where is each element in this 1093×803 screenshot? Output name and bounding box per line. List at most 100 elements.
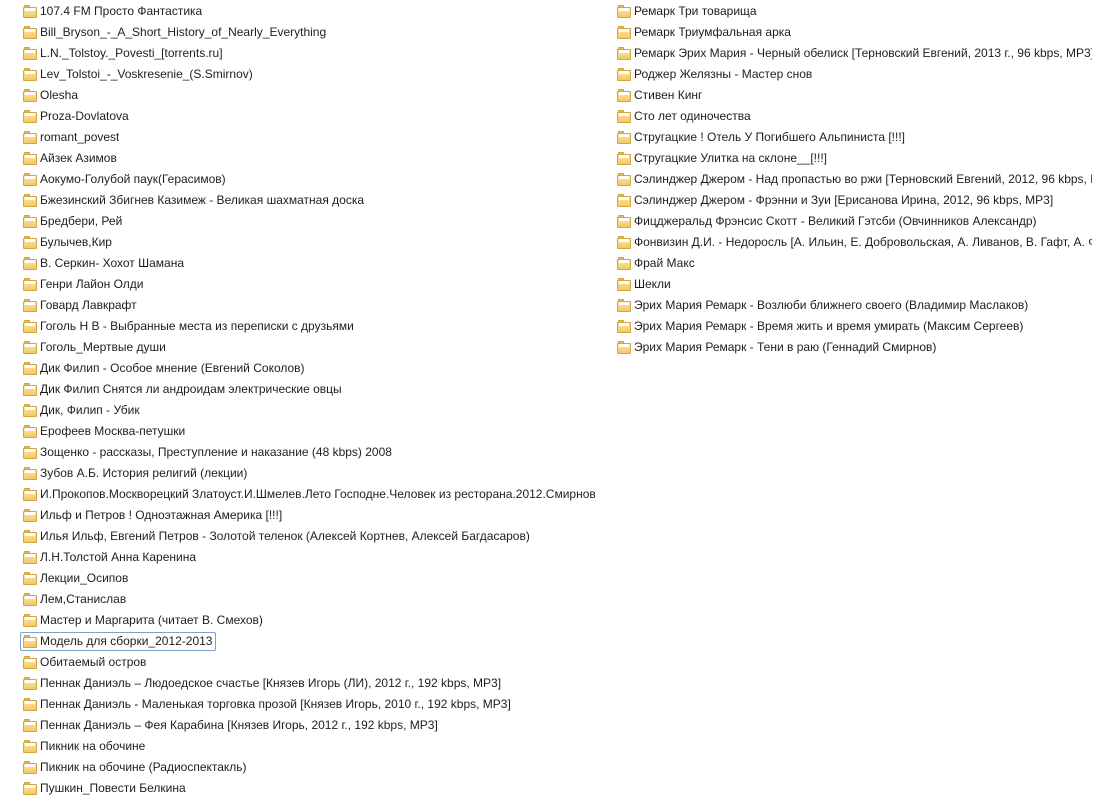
folder-icon bbox=[23, 215, 37, 228]
folder-name: Bill_Bryson_-_A_Short_History_of_Nearly_… bbox=[40, 25, 327, 39]
folder-name: Эрих Мария Ремарк - Возлюби ближнего сво… bbox=[634, 298, 1029, 312]
folder-name: Olesha bbox=[40, 88, 79, 102]
folder-item[interactable]: И.Прокопов.Москворецкий Златоуст.И.Шмеле… bbox=[20, 485, 597, 504]
folder-item[interactable]: Фонвизин Д.И. - Недоросль [А. Ильин, Е. … bbox=[614, 233, 1093, 252]
folder-item[interactable]: Пеннак Даниэль – Фея Карабина [Князев Иг… bbox=[20, 716, 439, 735]
folder-item[interactable]: Фицджеральд Фрэнсис Скотт - Великий Гэтс… bbox=[614, 212, 1038, 231]
folder-item[interactable]: romant_povest bbox=[20, 128, 120, 147]
folder-item[interactable]: Ерофеев Москва-петушки bbox=[20, 422, 186, 441]
folder-item[interactable]: Olesha bbox=[20, 86, 79, 105]
folder-item[interactable]: Булычев,Кир bbox=[20, 233, 113, 252]
folder-item[interactable]: Пушкин_Повести Белкина bbox=[20, 779, 187, 798]
folder-item[interactable]: Ильф и Петров ! Одноэтажная Америка [!!!… bbox=[20, 506, 283, 525]
folder-name: Lev_Tolstoi_-_Voskresenie_(S.Smirnov) bbox=[40, 67, 253, 81]
folder-item[interactable]: Модель для сборки_2012-2013 bbox=[20, 632, 217, 651]
folder-item[interactable]: Пикник на обочине (Радиоспектакль) bbox=[20, 758, 248, 777]
folder-item[interactable]: Лем,Станислав bbox=[20, 590, 127, 609]
folder-item[interactable]: Лекции_Осипов bbox=[20, 569, 129, 588]
folder-name: Пеннак Даниэль – Фея Карабина [Князев Иг… bbox=[40, 718, 438, 732]
folder-item[interactable]: Lev_Tolstoi_-_Voskresenie_(S.Smirnov) bbox=[20, 65, 254, 84]
folder-item[interactable]: Зубов А.Б. История религий (лекции) bbox=[20, 464, 248, 483]
folder-item[interactable]: 107.4 FM Просто Фантастика bbox=[20, 2, 203, 21]
folder-item[interactable]: Дик Филип - Особое мнение (Евгений Сокол… bbox=[20, 359, 306, 378]
folder-item[interactable]: Сто лет одиночества bbox=[614, 107, 752, 126]
folder-icon bbox=[23, 257, 37, 270]
folder-icon bbox=[617, 236, 631, 249]
folder-item[interactable]: Л.Н.Толстой Анна Каренина bbox=[20, 548, 197, 567]
folder-name: Фонвизин Д.И. - Недоросль [А. Ильин, Е. … bbox=[634, 235, 1092, 249]
folder-name: romant_povest bbox=[40, 130, 120, 144]
folder-icon bbox=[617, 278, 631, 291]
folder-icon bbox=[23, 593, 37, 606]
folder-item[interactable]: Говард Лавкрафт bbox=[20, 296, 138, 315]
folder-item[interactable]: Стивен Кинг bbox=[614, 86, 703, 105]
folder-item[interactable]: Proza-Dovlatova bbox=[20, 107, 130, 126]
folder-name: Бжезинский Збигнев Казимеж - Великая шах… bbox=[40, 193, 365, 207]
folder-item[interactable]: Дик Филип Снятся ли андроидам электричес… bbox=[20, 380, 343, 399]
folder-item[interactable]: Сэлинджер Джером - Над пропастью во ржи … bbox=[614, 170, 1093, 189]
folder-name: Пеннак Даниэль - Маленькая торговка проз… bbox=[40, 697, 511, 711]
folder-item[interactable]: Бжезинский Збигнев Казимеж - Великая шах… bbox=[20, 191, 365, 210]
folder-item[interactable]: Гоголь_Мертвые души bbox=[20, 338, 167, 357]
folder-item[interactable]: Гоголь Н В - Выбранные места из переписк… bbox=[20, 317, 355, 336]
folder-icon bbox=[617, 26, 631, 39]
folder-item[interactable]: Пеннак Даниэль – Людоедское счастье [Кня… bbox=[20, 674, 502, 693]
folder-name: Ремарк Триумфальная арка bbox=[634, 25, 791, 39]
folder-item[interactable]: Дик, Филип - Убик bbox=[20, 401, 141, 420]
folder-item[interactable]: Стругацкие ! Отель У Погибшего Альпинист… bbox=[614, 128, 906, 147]
folder-item[interactable]: Мастер и Маргарита (читает В. Смехов) bbox=[20, 611, 264, 630]
folder-item[interactable]: Бредбери, Рей bbox=[20, 212, 123, 231]
folder-name: Фрай Макс bbox=[634, 256, 695, 270]
folder-item[interactable]: Илья Ильф, Евгений Петров - Золотой теле… bbox=[20, 527, 531, 546]
folder-item[interactable]: Аокумо-Голубой паук(Герасимов) bbox=[20, 170, 227, 189]
folder-item[interactable]: Роджер Желязны - Мастер снов bbox=[614, 65, 813, 84]
folder-icon bbox=[617, 299, 631, 312]
folder-item[interactable]: Обитаемый остров bbox=[20, 653, 147, 672]
folder-item[interactable]: Ремарк Три товарища bbox=[614, 2, 758, 21]
folder-icon bbox=[23, 551, 37, 564]
folder-icon bbox=[23, 47, 37, 60]
folder-item[interactable]: Зощенко - рассказы, Преступление и наказ… bbox=[20, 443, 393, 462]
folder-item[interactable]: Сэлинджер Джером - Фрэнни и Зуи [Ерисано… bbox=[614, 191, 1054, 210]
folder-icon bbox=[23, 761, 37, 774]
folder-icon bbox=[23, 362, 37, 375]
folder-item[interactable]: Айзек Азимов bbox=[20, 149, 118, 168]
folder-name: Зощенко - рассказы, Преступление и наказ… bbox=[40, 445, 392, 459]
folder-item[interactable]: Пикник на обочине bbox=[20, 737, 146, 756]
folder-item[interactable]: Эрих Мария Ремарк - Тени в раю (Геннадий… bbox=[614, 338, 937, 357]
folder-item[interactable]: Генри Лайон Олди bbox=[20, 275, 145, 294]
folder-icon bbox=[23, 509, 37, 522]
folder-name: Сто лет одиночества bbox=[634, 109, 751, 123]
folder-name: Дик, Филип - Убик bbox=[40, 403, 140, 417]
folder-name: Эрих Мария Ремарк - Время жить и время у… bbox=[634, 319, 1024, 333]
folder-name: Пушкин_Повести Белкина bbox=[40, 781, 186, 795]
folder-icon bbox=[23, 530, 37, 543]
folder-icon bbox=[23, 740, 37, 753]
folder-item[interactable]: Ремарк Триумфальная арка bbox=[614, 23, 792, 42]
folder-item[interactable]: Эрих Мария Ремарк - Возлюби ближнего сво… bbox=[614, 296, 1029, 315]
folder-icon bbox=[23, 467, 37, 480]
folder-icon bbox=[23, 110, 37, 123]
folder-item[interactable]: Стругацкие Улитка на склоне__[!!!] bbox=[614, 149, 828, 168]
folder-icon bbox=[23, 173, 37, 186]
folder-item[interactable]: L.N._Tolstoy._Povesti_[torrents.ru] bbox=[20, 44, 224, 63]
folder-icon bbox=[617, 215, 631, 228]
folder-icon bbox=[23, 446, 37, 459]
folder-item[interactable]: Пеннак Даниэль - Маленькая торговка проз… bbox=[20, 695, 512, 714]
folder-name: Лем,Станислав bbox=[40, 592, 127, 606]
folder-name: Модель для сборки_2012-2013 bbox=[40, 634, 213, 648]
folder-item[interactable]: В. Серкин- Хохот Шамана bbox=[20, 254, 185, 273]
folder-icon bbox=[23, 299, 37, 312]
folder-icon bbox=[23, 635, 37, 648]
folder-name: Генри Лайон Олди bbox=[40, 277, 144, 291]
folder-item[interactable]: Фрай Макс bbox=[614, 254, 696, 273]
folder-item[interactable]: Bill_Bryson_-_A_Short_History_of_Nearly_… bbox=[20, 23, 327, 42]
folder-icon bbox=[23, 278, 37, 291]
folder-name: Гоголь Н В - Выбранные места из переписк… bbox=[40, 319, 354, 333]
folder-item[interactable]: Эрих Мария Ремарк - Время жить и время у… bbox=[614, 317, 1024, 336]
folder-icon bbox=[617, 194, 631, 207]
folder-icon bbox=[23, 68, 37, 81]
folder-item[interactable]: Шекли bbox=[614, 275, 672, 294]
folder-name: В. Серкин- Хохот Шамана bbox=[40, 256, 185, 270]
folder-item[interactable]: Ремарк Эрих Мария - Черный обелиск [Терн… bbox=[614, 44, 1093, 63]
